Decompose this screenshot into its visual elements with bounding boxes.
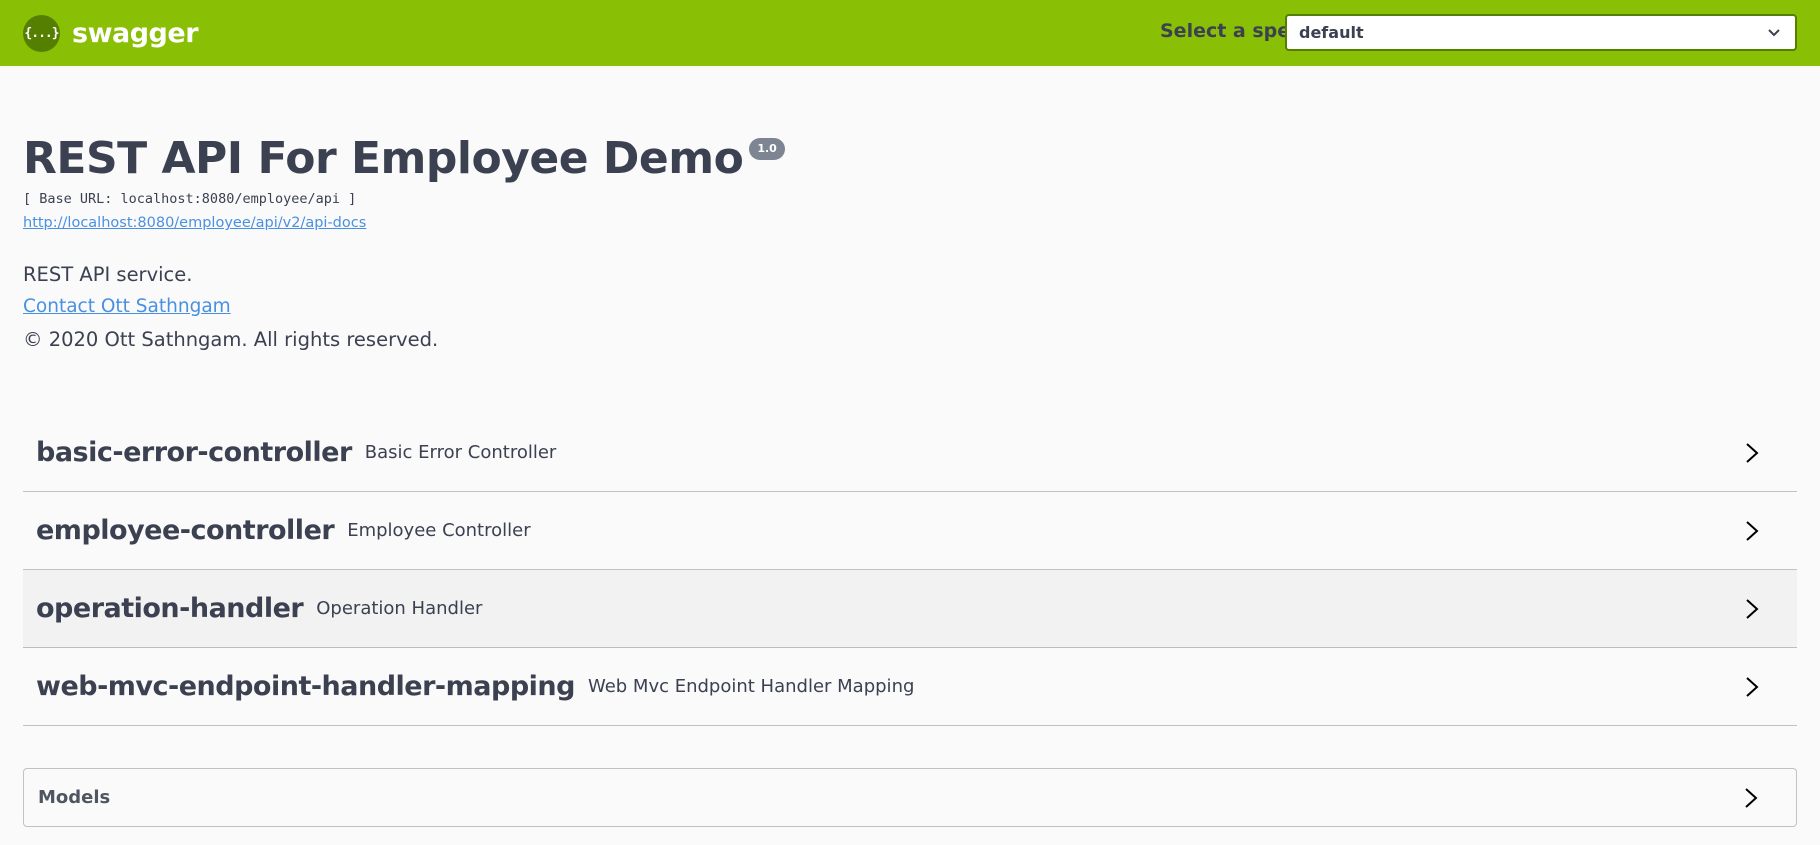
- spec-select-value: default: [1299, 23, 1364, 42]
- models-section[interactable]: Models: [23, 768, 1797, 827]
- copyright-text: © 2020 Ott Sathngam. All rights reserved…: [23, 328, 439, 351]
- tag-name: employee-controller: [36, 515, 335, 546]
- models-title: Models: [38, 787, 111, 808]
- brand-name: swagger: [72, 17, 199, 49]
- tag-section-operation-handler[interactable]: operation-handler Operation Handler: [23, 570, 1797, 648]
- chevron-right-icon[interactable]: [1741, 441, 1763, 465]
- contact-link[interactable]: Contact Ott Sathngam: [23, 296, 231, 317]
- spec-select-dropdown[interactable]: default: [1285, 14, 1797, 51]
- swagger-logo-link[interactable]: {...} swagger: [23, 14, 199, 52]
- base-url: [ Base URL: localhost:8080/employee/api …: [23, 191, 357, 207]
- tag-name: operation-handler: [36, 593, 304, 624]
- tag-section-web-mvc-endpoint-handler-mapping[interactable]: web-mvc-endpoint-handler-mapping Web Mvc…: [23, 648, 1797, 726]
- chevron-right-icon[interactable]: [1741, 675, 1763, 699]
- tag-section-employee-controller[interactable]: employee-controller Employee Controller: [23, 492, 1797, 570]
- tag-name: web-mvc-endpoint-handler-mapping: [36, 671, 575, 702]
- tag-description: Web Mvc Endpoint Handler Mapping: [587, 676, 915, 697]
- tag-description: Employee Controller: [347, 520, 531, 541]
- page-title: REST API For Employee Demo: [23, 133, 744, 184]
- api-description: REST API service.: [23, 263, 193, 286]
- swagger-logo-icon: {...}: [23, 14, 60, 52]
- chevron-down-icon: [1768, 29, 1780, 37]
- api-docs-link[interactable]: http://localhost:8080/employee/api/v2/ap…: [23, 215, 366, 231]
- chevron-right-icon[interactable]: [1741, 597, 1763, 621]
- tag-name: basic-error-controller: [36, 437, 352, 468]
- tag-description: Basic Error Controller: [364, 442, 557, 463]
- info-title-row: REST API For Employee Demo 1.0: [23, 130, 785, 188]
- select-spec-label: Select a spec: [1160, 20, 1302, 42]
- version-badge: 1.0: [749, 138, 785, 160]
- tag-description: Operation Handler: [316, 598, 483, 619]
- chevron-right-icon[interactable]: [1740, 786, 1762, 810]
- tag-list: basic-error-controller Basic Error Contr…: [23, 414, 1797, 726]
- topbar: {...} swagger Select a spec default: [0, 0, 1820, 66]
- chevron-right-icon[interactable]: [1741, 519, 1763, 543]
- tag-section-basic-error-controller[interactable]: basic-error-controller Basic Error Contr…: [23, 414, 1797, 492]
